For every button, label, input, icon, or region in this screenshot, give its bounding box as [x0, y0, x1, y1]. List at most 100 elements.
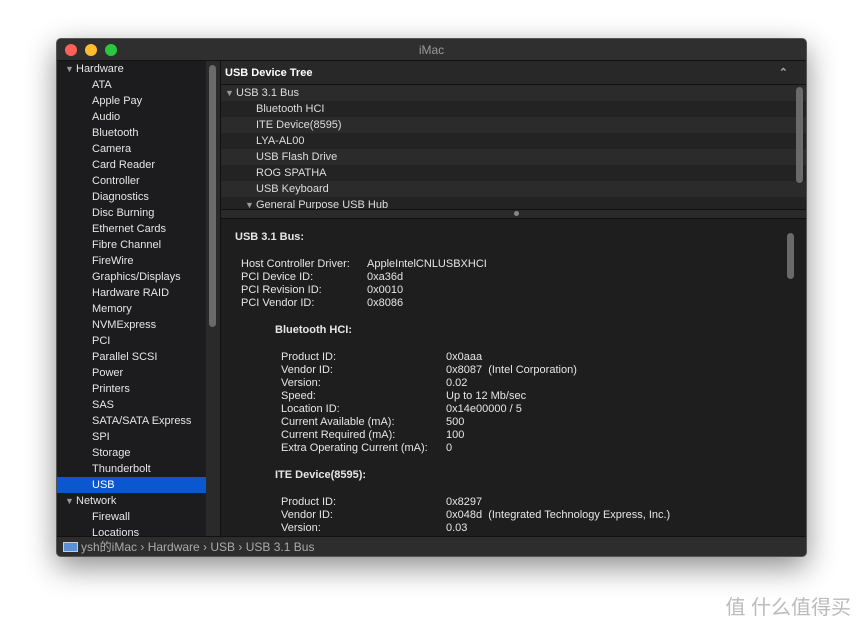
property-value: 0x8086 [367, 297, 404, 309]
tree-item[interactable]: Bluetooth HCI [221, 101, 806, 117]
sidebar-item-sata-sata-express[interactable]: SATA/SATA Express [57, 413, 206, 429]
property-value: 0x0aaa [446, 351, 483, 363]
property-value: 0 [446, 442, 453, 454]
property-row: PCI Device ID: 0xa36d [235, 271, 806, 284]
property-value: 0x8297 [446, 496, 483, 508]
property-row: PCI Vendor ID: 0x8086 [235, 297, 806, 310]
sidebar-item-firewire[interactable]: FireWire [57, 253, 206, 269]
content-pane: USB Device Tree ⌃ ▼ USB 3.1 Bus Bluetooth H… [220, 61, 806, 538]
bus-title: USB 3.1 Bus: [235, 231, 305, 243]
property-label: Product ID: [281, 496, 337, 508]
property-row: Version: 0.03 [235, 522, 806, 535]
tree-scrollbar-thumb[interactable] [796, 87, 803, 183]
sidebar-item-audio[interactable]: Audio [57, 109, 206, 125]
disclosure-triangle-icon[interactable]: ▼ [65, 61, 76, 77]
property-value: 500 [446, 416, 465, 428]
device-title: Bluetooth HCI: [275, 324, 352, 336]
sidebar-item-thunderbolt[interactable]: Thunderbolt [57, 461, 206, 477]
sidebar-item-usb[interactable]: USB [57, 477, 206, 493]
sidebar-item-apple-pay[interactable]: Apple Pay [57, 93, 206, 109]
detail-scrollbar-thumb[interactable] [787, 233, 794, 279]
collapse-chevron-icon[interactable]: ⌃ [779, 61, 788, 85]
system-information-window: iMac ▼ Hardware ATA Apple Pay Audio Bluetooth… [56, 38, 807, 557]
imac-icon [63, 542, 78, 552]
sidebar-item-pci[interactable]: PCI [57, 333, 206, 349]
disclosure-triangle-icon[interactable]: ▼ [65, 493, 76, 509]
scrollbar-thumb[interactable] [209, 65, 216, 327]
property-value: 0.03 [446, 522, 468, 534]
tree-item[interactable]: ROG SPATHA [221, 165, 806, 181]
sidebar-item-bluetooth[interactable]: Bluetooth [57, 125, 206, 141]
tree-item-root[interactable]: ▼ USB 3.1 Bus [221, 85, 806, 101]
property-row: Version: 0.02 [235, 377, 806, 390]
property-label: Extra Operating Current (mA): [281, 442, 428, 454]
breadcrumb-item[interactable]: USB [210, 540, 235, 554]
property-label: PCI Vendor ID: [241, 297, 315, 309]
sidebar-group-hardware[interactable]: ▼ Hardware [57, 61, 206, 77]
property-row: Current Available (mA): 500 [235, 416, 806, 429]
breadcrumb-separator-icon: › [199, 540, 211, 554]
sidebar-group-label: Network [76, 495, 117, 507]
sidebar-item-ethernet-cards[interactable]: Ethernet Cards [57, 221, 206, 237]
property-label: Vendor ID: [281, 509, 333, 521]
sidebar-group-label: Hardware [76, 63, 124, 75]
sidebar-item-controller[interactable]: Controller [57, 173, 206, 189]
property-label: Version: [281, 522, 321, 534]
tree-item[interactable]: USB Flash Drive [221, 149, 806, 165]
sidebar-item-hardware-raid[interactable]: Hardware RAID [57, 285, 206, 301]
property-row: Vendor ID: 0x8087 (Intel Corporation) [235, 364, 806, 377]
window-title: iMac [418, 43, 445, 57]
property-row: PCI Revision ID: 0x0010 [235, 284, 806, 297]
disclosure-triangle-icon[interactable]: ▼ [225, 85, 236, 101]
breadcrumb-item[interactable]: USB 3.1 Bus [246, 540, 315, 554]
breadcrumb-separator-icon: › [235, 540, 246, 554]
property-value: 0x0010 [367, 284, 404, 296]
sidebar-item-disc-burning[interactable]: Disc Burning [57, 205, 206, 221]
property-label: Speed: [281, 390, 316, 402]
sidebar-item-spi[interactable]: SPI [57, 429, 206, 445]
sidebar-item-storage[interactable]: Storage [57, 445, 206, 461]
split-divider[interactable] [221, 209, 806, 219]
property-row: Current Required (mA): 100 [235, 429, 806, 442]
sidebar-item-camera[interactable]: Camera [57, 141, 206, 157]
watermark: 值 什么值得买 [725, 597, 851, 619]
property-label: PCI Revision ID: [241, 284, 322, 296]
sidebar-item-nvmexpress[interactable]: NVMExpress [57, 317, 206, 333]
breadcrumb-item[interactable]: Hardware [148, 540, 200, 554]
property-value: 0x8087 (Intel Corporation) [446, 364, 577, 376]
tree-item-hub[interactable]: ▼ General Purpose USB Hub [221, 197, 806, 209]
sidebar-item-memory[interactable]: Memory [57, 301, 206, 317]
usb-device-tree: ▼ USB 3.1 Bus Bluetooth HCI ITE Device(8595… [221, 85, 806, 209]
property-value: 100 [446, 429, 465, 441]
sidebar-group-network[interactable]: ▼ Network [57, 493, 206, 509]
tree-header[interactable]: USB Device Tree ⌃ [221, 61, 806, 85]
sidebar-item-ata[interactable]: ATA [57, 77, 206, 93]
property-row: Speed: Up to 12 Mb/sec [235, 390, 806, 403]
property-row: Extra Operating Current (mA): 0 [235, 442, 806, 455]
tree-item-label: USB 3.1 Bus [236, 87, 299, 99]
sidebar-item-fibre-channel[interactable]: Fibre Channel [57, 237, 206, 253]
device-title: ITE Device(8595): [275, 469, 367, 481]
sidebar-item-diagnostics[interactable]: Diagnostics [57, 189, 206, 205]
tree-item[interactable]: ITE Device(8595) [221, 117, 806, 133]
sidebar-item-firewall[interactable]: Firewall [57, 509, 206, 525]
property-value: AppleIntelCNLUSBXHCI [367, 258, 487, 270]
breadcrumb-separator-icon: › [137, 540, 148, 554]
property-row: Product ID: 0x8297 [235, 496, 806, 509]
detail-panel: USB 3.1 Bus: Host Controller Driver: Apple… [221, 219, 806, 537]
tree-item[interactable]: USB Keyboard [221, 181, 806, 197]
tree-item[interactable]: LYA-AL00 [221, 133, 806, 149]
sidebar-item-graphics-displays[interactable]: Graphics/Displays [57, 269, 206, 285]
property-row: Vendor ID: 0x048d (Integrated Technology … [235, 509, 806, 522]
breadcrumb-item[interactable]: ysh的iMac [81, 540, 137, 554]
sidebar-item-parallel-scsi[interactable]: Parallel SCSI [57, 349, 206, 365]
property-value: 0xa36d [367, 271, 404, 283]
property-value: 0x048d (Integrated Technology Express, I… [446, 509, 671, 521]
disclosure-triangle-icon[interactable]: ▼ [245, 197, 256, 209]
sidebar-item-power[interactable]: Power [57, 365, 206, 381]
sidebar-item-card-reader[interactable]: Card Reader [57, 157, 206, 173]
sidebar-scrollbar[interactable] [206, 61, 220, 538]
sidebar-item-sas[interactable]: SAS [57, 397, 206, 413]
sidebar-item-printers[interactable]: Printers [57, 381, 206, 397]
property-label: PCI Device ID: [241, 271, 314, 283]
